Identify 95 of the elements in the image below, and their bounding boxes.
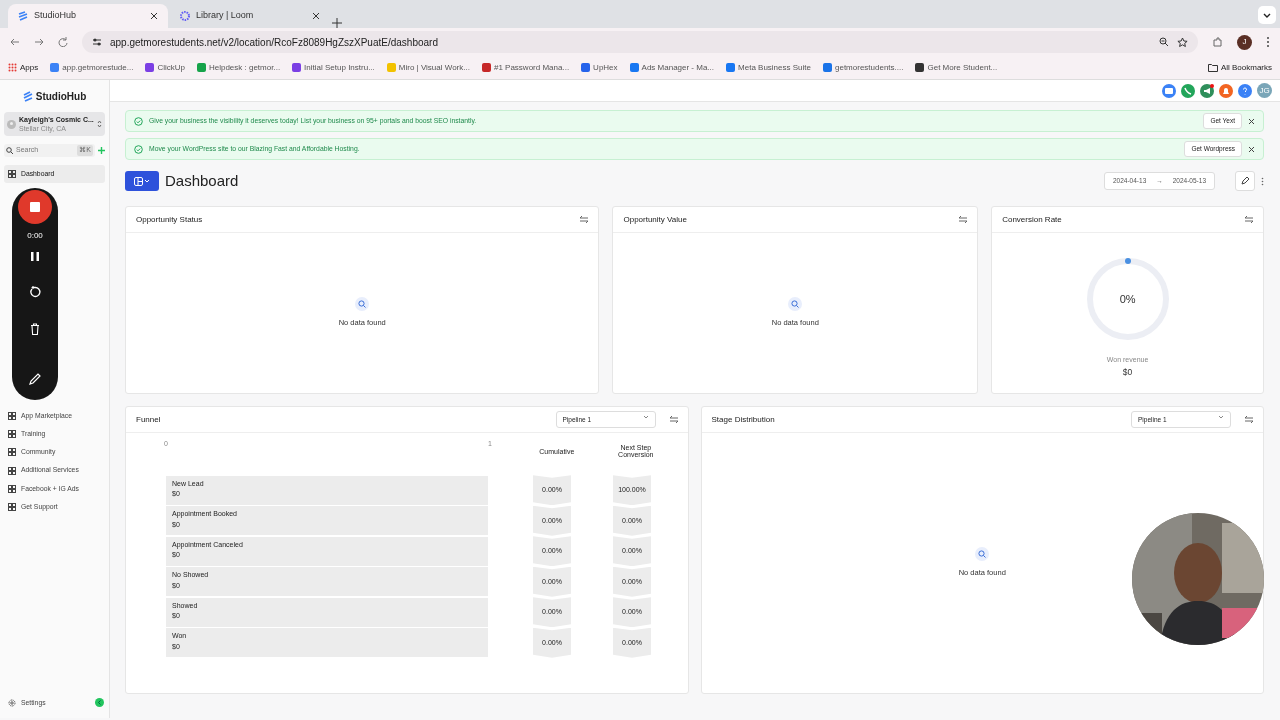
bookmark[interactable]: app.getmorestude... <box>50 61 134 74</box>
folder-icon <box>1207 63 1218 72</box>
site-icon <box>145 63 155 72</box>
filter-icon[interactable] <box>669 416 678 423</box>
menu-item-icon <box>8 466 16 475</box>
bookmark[interactable]: getmorestudents.... <box>823 61 904 74</box>
forward-icon[interactable] <box>34 37 44 47</box>
search-icon <box>975 547 990 562</box>
tab-menu-icon[interactable] <box>1258 6 1276 24</box>
bookmark[interactable]: Miro | Visual Work... <box>386 61 470 74</box>
filter-icon[interactable] <box>580 216 589 223</box>
chevron-updown-icon <box>97 120 102 129</box>
check-circle-icon <box>134 144 143 154</box>
browser-tab[interactable]: Library | Loom <box>170 4 330 28</box>
close-icon[interactable] <box>312 12 320 20</box>
bookmark[interactable]: #1 Password Mana... <box>481 61 570 74</box>
bookmark[interactable]: UpHex <box>581 61 618 74</box>
site-icon <box>50 63 60 72</box>
bookmark[interactable]: Helpdesk : getmor... <box>196 61 281 74</box>
filter-icon[interactable] <box>1245 216 1253 223</box>
site-icon <box>481 63 491 72</box>
browser-tab[interactable]: StudioHub <box>8 4 168 28</box>
site-icon <box>292 63 302 72</box>
logo-icon <box>22 90 33 102</box>
panel-title: Stage Distribution <box>711 413 775 426</box>
profile-avatar[interactable]: J <box>1237 34 1252 50</box>
page-title: Dashboard <box>165 170 239 191</box>
close-icon[interactable] <box>150 12 158 20</box>
back-icon[interactable] <box>10 37 20 47</box>
reload-icon[interactable] <box>58 37 68 47</box>
flower-icon <box>180 11 190 21</box>
collapse-icon[interactable] <box>95 698 104 708</box>
layout-button[interactable] <box>125 171 159 191</box>
bookmark[interactable]: Initial Setup Instru... <box>292 61 375 74</box>
filter-icon[interactable] <box>959 216 968 223</box>
menu-item-icon <box>8 502 16 511</box>
new-tab-icon[interactable] <box>332 18 342 28</box>
help-icon[interactable] <box>1238 83 1252 98</box>
menu-item-icon <box>8 484 16 493</box>
megaphone-icon[interactable] <box>1200 83 1214 98</box>
bookmark[interactable]: All Bookmarks <box>1207 61 1272 74</box>
address-bar[interactable]: app.getmorestudents.net/v2/location/RcoFz8089HgZszXPuatE/dashboard <box>82 31 1198 53</box>
site-icon <box>915 63 925 72</box>
site-icon <box>386 63 396 72</box>
panel-title: Opportunity Status <box>136 213 203 226</box>
chat-icon[interactable] <box>1162 83 1176 98</box>
user-icon <box>7 119 16 129</box>
search-icon <box>6 146 13 154</box>
pencil-icon <box>1241 176 1249 185</box>
site-icon <box>823 63 832 72</box>
settings-icon <box>8 698 16 707</box>
logo-icon <box>18 11 28 21</box>
panel-title: Opportunity Value <box>623 213 687 226</box>
trash-icon[interactable] <box>30 323 40 335</box>
close-icon[interactable] <box>1248 145 1255 153</box>
menu-item-icon <box>8 169 16 178</box>
gauge-value: 0% <box>1119 291 1136 307</box>
gauge-amount: $0 <box>1122 365 1133 379</box>
bookmark[interactable]: Apps <box>8 61 39 74</box>
caret-icon <box>642 414 649 419</box>
site-icon <box>196 63 206 72</box>
phone-icon[interactable] <box>1181 83 1195 98</box>
stop-button[interactable] <box>18 190 52 224</box>
filter-icon[interactable] <box>1245 416 1253 423</box>
search-icon <box>355 297 370 312</box>
edit-button[interactable] <box>1235 171 1255 191</box>
site-settings-icon <box>92 37 102 47</box>
apps-grid-icon <box>8 63 17 72</box>
menu-item-icon <box>8 411 16 420</box>
bookmark[interactable]: Ads Manager - Ma... <box>629 61 715 74</box>
bookmark[interactable]: ClickUp <box>145 61 185 74</box>
panel-title: Conversion Rate <box>1002 213 1062 226</box>
check-circle-icon <box>134 116 143 126</box>
caret-icon <box>1218 414 1224 419</box>
bell-icon[interactable] <box>1219 83 1233 98</box>
layout-icon <box>134 176 150 186</box>
pencil-icon[interactable] <box>29 373 41 385</box>
logo-text: StudioHub <box>35 89 87 104</box>
site-icon <box>726 63 736 72</box>
site-icon <box>629 63 639 72</box>
close-icon[interactable] <box>1248 117 1255 125</box>
star-icon[interactable] <box>1177 36 1188 48</box>
url-text: app.getmorestudents.net/v2/location/RcoFz8089HgZszXPuatE/dashboard <box>110 35 439 50</box>
menu-item-icon <box>8 448 16 457</box>
bookmark[interactable]: Meta Business Suite <box>726 61 811 74</box>
site-icon <box>581 63 591 72</box>
menu-item-icon <box>8 430 16 439</box>
recording-time: 0:00 <box>27 230 43 242</box>
zoom-icon[interactable] <box>1159 37 1169 47</box>
bookmark[interactable]: Get More Student... <box>915 61 998 74</box>
more-icon[interactable] <box>1266 36 1270 48</box>
panel-title: Funnel <box>136 413 161 426</box>
search-icon <box>788 297 803 312</box>
pause-icon[interactable] <box>31 252 39 261</box>
restart-icon[interactable] <box>29 286 41 298</box>
